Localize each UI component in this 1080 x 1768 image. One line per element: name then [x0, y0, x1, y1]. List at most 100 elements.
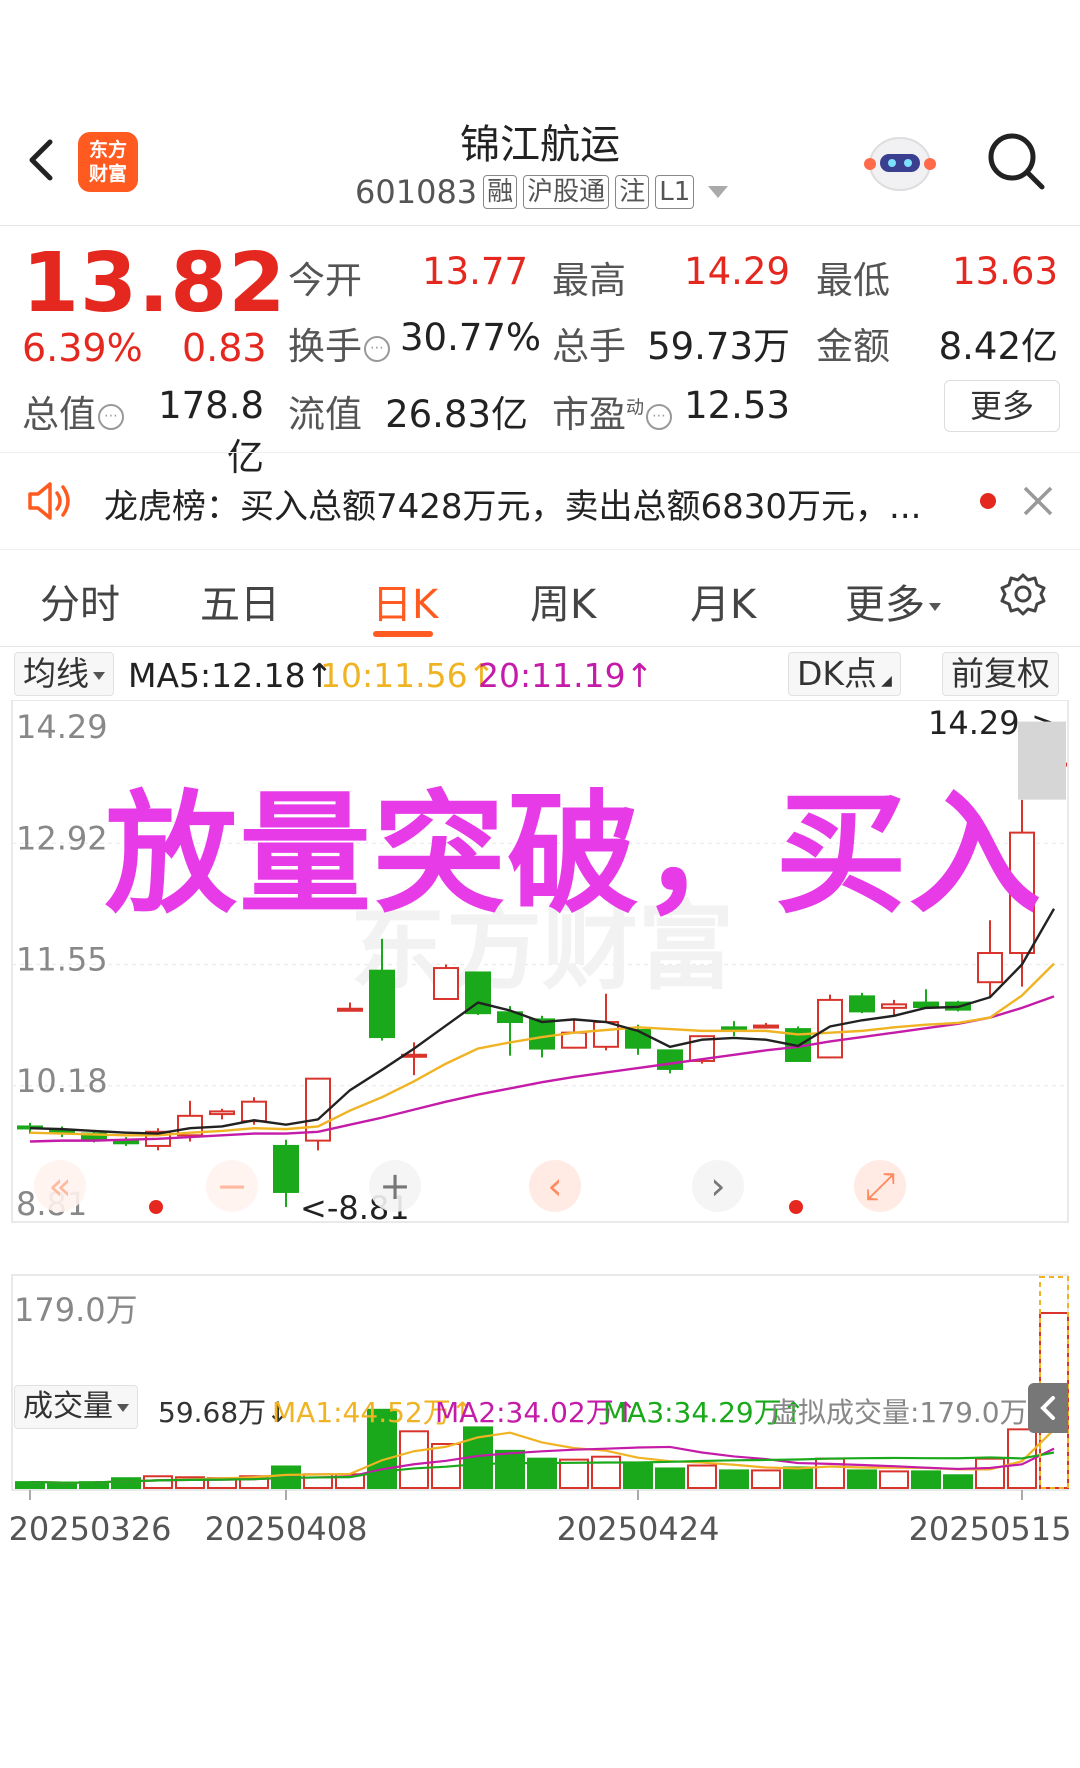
ma-dropdown[interactable]: 均线	[14, 652, 114, 696]
gear-icon[interactable]	[998, 570, 1048, 620]
candle-body	[657, 1049, 683, 1070]
date-label: 20250326	[9, 1510, 172, 1548]
stock-code-row[interactable]: 601083 融 沪股通 注 L1	[355, 170, 729, 214]
tab-weekly-k[interactable]: 周K	[530, 572, 596, 630]
ma-dropdown-label: 均线	[23, 654, 89, 693]
candle-body	[849, 995, 875, 1013]
notice-bar[interactable]: 龙虎榜：买入总额7428万元，卖出总额6830万元，...	[0, 452, 1080, 550]
turnover-label[interactable]: 换手 ⋯	[288, 316, 390, 370]
date-label: 20250515	[909, 1510, 1072, 1548]
volume-dropdown-label: 成交量	[23, 1389, 113, 1424]
info-icon: ⋯	[646, 403, 672, 430]
speaker-icon	[26, 477, 76, 525]
candle-body	[625, 1028, 651, 1049]
scroll-left-fast-icon: «	[48, 1164, 71, 1208]
candle-body	[465, 971, 491, 1015]
turnover-value: 30.77%	[400, 316, 542, 359]
turnover-label-text: 换手	[288, 325, 362, 368]
date-label: 20250424	[557, 1510, 720, 1548]
more-button[interactable]: 更多	[944, 380, 1060, 432]
low-value: 13.63	[952, 250, 1058, 293]
scroll-left-icon: ‹	[547, 1164, 562, 1208]
candle-body	[337, 1007, 363, 1012]
volume-indicator-row: 成交量 59.68万↓ MA1:44.52万↑ MA2:34.02万↑ MA3:…	[0, 1383, 1080, 1433]
float-label: 流值	[288, 393, 362, 436]
volume-bar	[623, 1461, 653, 1489]
status-bar	[0, 0, 1080, 100]
active-tab-indicator	[373, 631, 433, 637]
volume-dropdown[interactable]: 成交量	[14, 1385, 138, 1429]
volume-bar	[143, 1475, 173, 1489]
candle-body	[753, 1024, 779, 1029]
volume-value: 59.68万↓	[158, 1396, 290, 1429]
tab-more[interactable]: 更多	[845, 572, 941, 630]
scroll-right-icon: ›	[710, 1164, 725, 1208]
tab-five-day[interactable]: 五日	[200, 572, 280, 630]
candle-body	[721, 1026, 747, 1031]
volume-bar	[751, 1469, 781, 1489]
close-icon[interactable]	[1020, 483, 1056, 519]
candle-body	[209, 1110, 235, 1116]
chevron-down-icon	[929, 603, 941, 611]
tag-l1: L1	[655, 175, 695, 209]
dk-dropdown[interactable]: DK点 ◢	[788, 652, 901, 696]
open-value: 13.77	[422, 250, 528, 293]
pe-value: 12.53	[684, 384, 790, 427]
info-icon: ⋯	[364, 335, 390, 362]
volume-bar	[911, 1470, 941, 1489]
mktcap-label[interactable]: 总值 ⋯	[22, 384, 124, 438]
ma10-value: 10:11.56↑	[320, 656, 496, 695]
adjust-dropdown[interactable]: 前复权	[942, 652, 1059, 696]
volume-bar	[399, 1430, 429, 1489]
notice-text: 龙虎榜：买入总额7428万元，卖出总额6830万元，...	[104, 487, 922, 527]
pe-label[interactable]: 市盈动 ⋯	[552, 384, 672, 438]
price-axis-label: 11.55	[16, 941, 108, 979]
tab-monthly-k[interactable]: 月K	[690, 572, 756, 630]
change-amount: 0.83	[182, 326, 267, 370]
virtual-volume: 虚拟成交量:179.0万	[770, 1396, 1028, 1429]
volume-bar	[687, 1464, 717, 1490]
open-label: 今开	[288, 259, 362, 302]
chevron-left-icon	[1040, 1396, 1055, 1420]
change-percent: 6.39%	[22, 326, 143, 370]
volume-bar	[847, 1469, 877, 1489]
pe-label-text: 市盈	[552, 393, 626, 436]
last-price: 13.82	[22, 236, 287, 331]
tab-more-label: 更多	[845, 582, 925, 628]
corner-triangle-icon: ◢	[881, 673, 892, 689]
collapse-panel-button[interactable]	[1028, 1383, 1068, 1433]
float-value: 26.83亿	[385, 393, 528, 436]
candle-body	[273, 1144, 299, 1193]
volume-bar	[655, 1467, 685, 1489]
tab-daily-k[interactable]: 日K	[372, 572, 438, 630]
candle-body	[881, 1003, 907, 1009]
volume-bar	[943, 1474, 973, 1490]
price-axis-label: 14.29	[16, 708, 108, 746]
high-label: 最高	[552, 259, 626, 302]
assistant-robot-icon[interactable]	[862, 124, 938, 200]
tag-note: 注	[615, 175, 650, 209]
info-icon: ⋯	[98, 403, 124, 430]
chevron-down-icon	[708, 186, 729, 198]
candle-body	[817, 998, 843, 1059]
high-value: 14.29	[684, 250, 790, 293]
volume-bar	[879, 1470, 909, 1489]
candle-body	[913, 1001, 939, 1008]
amount-label: 金额	[816, 325, 890, 368]
candle-body	[369, 969, 395, 1039]
tab-intraday[interactable]: 分时	[40, 572, 120, 630]
pe-superscript: 动	[626, 397, 644, 419]
chart-tabs: 分时 五日 日K 周K 月K 更多	[0, 548, 1080, 647]
candle-body	[529, 1018, 555, 1050]
candle-body	[593, 1021, 619, 1048]
candle-body	[433, 967, 459, 1001]
ma5-value: MA5:12.18↑	[128, 656, 334, 695]
volume-bar	[495, 1449, 525, 1490]
mktcap-label-text: 总值	[22, 393, 96, 436]
unread-dot	[980, 493, 996, 509]
search-icon[interactable]	[985, 130, 1047, 192]
dk-label: DK点	[797, 654, 878, 693]
candle-body	[241, 1100, 267, 1123]
tag-shanghai-connect: 沪股通	[523, 175, 610, 209]
header: 东方 财富 锦江航运 601083 融 沪股通 注 L1	[0, 100, 1080, 226]
